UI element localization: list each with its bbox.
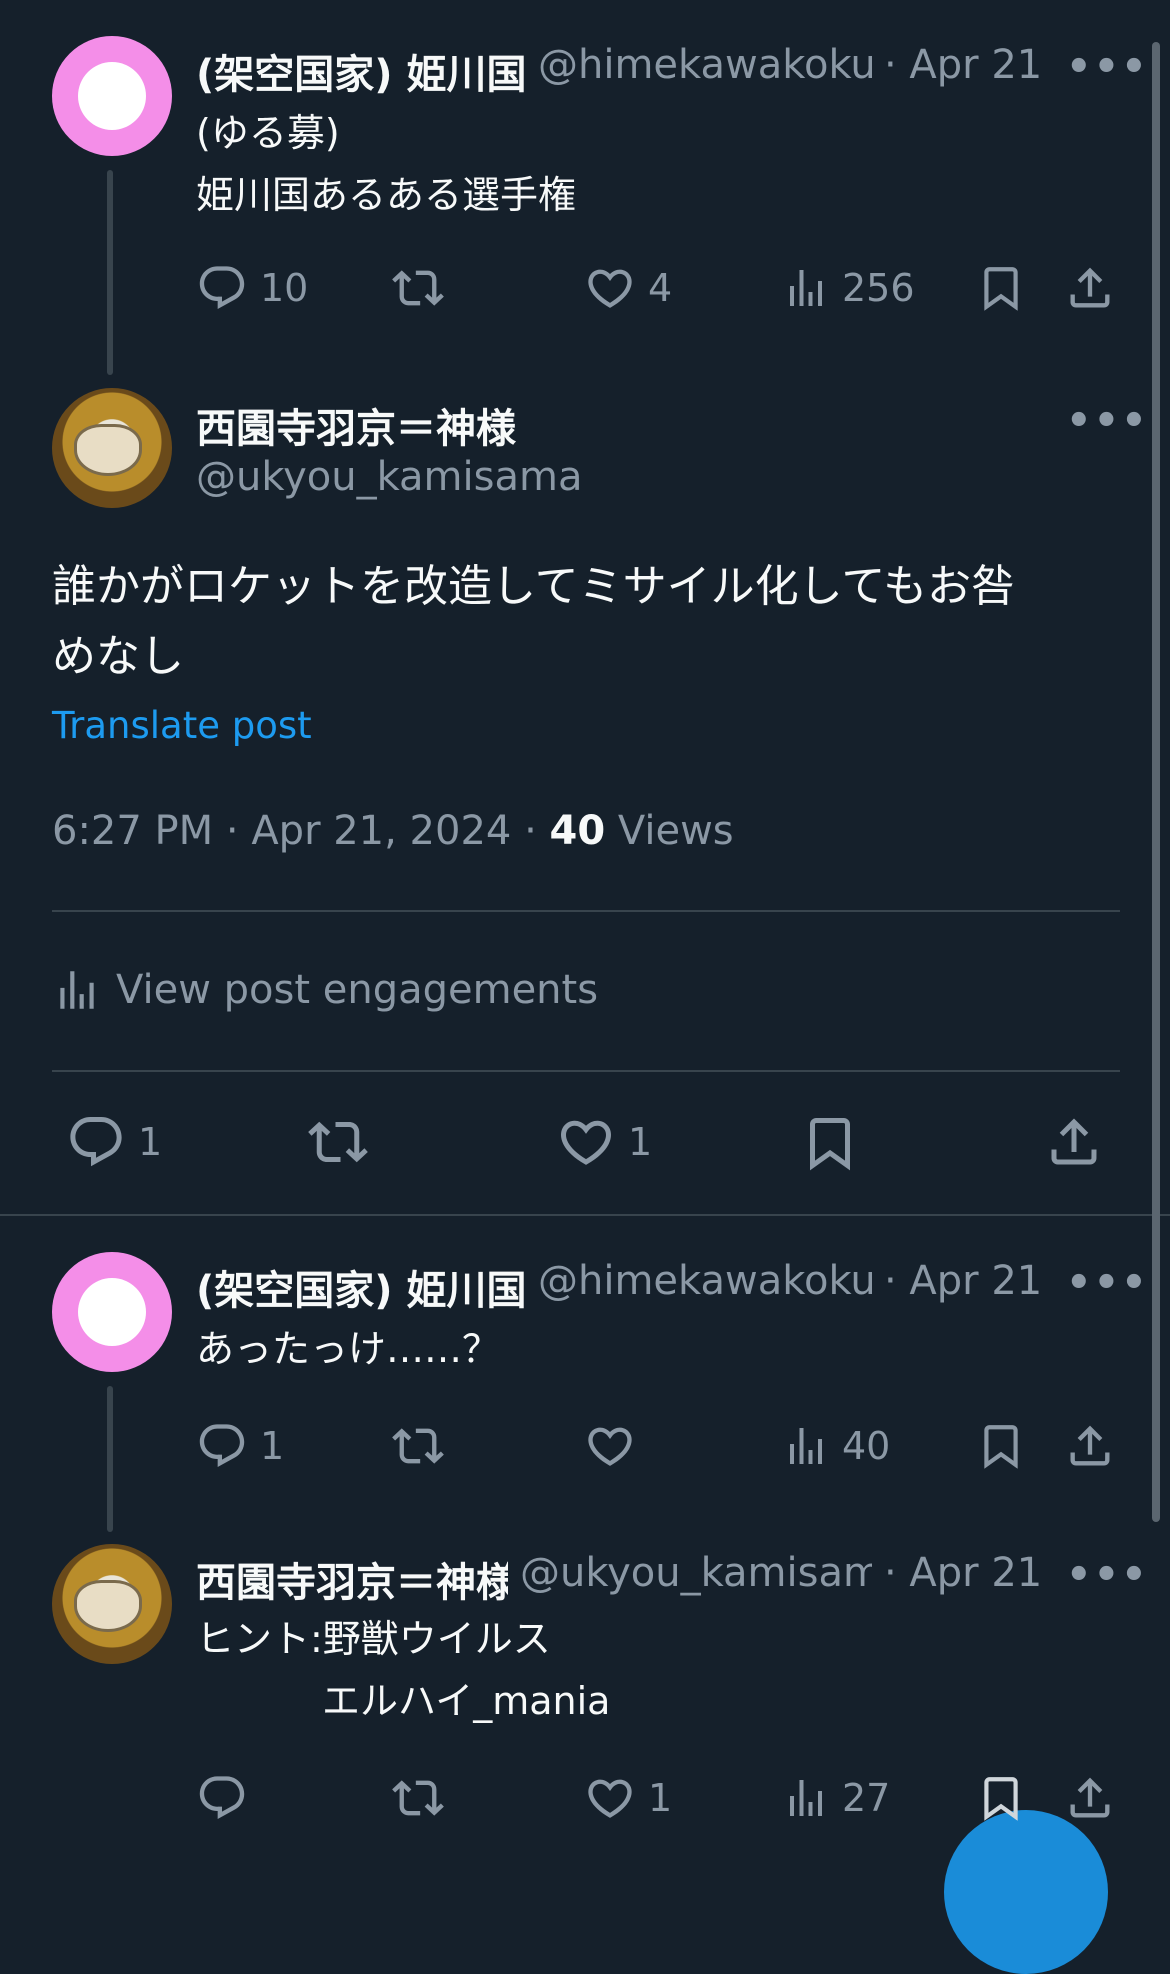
reply-button[interactable]: 1 bbox=[66, 1112, 162, 1172]
bookmark-icon bbox=[976, 1772, 1026, 1824]
like-button[interactable]: 1 bbox=[556, 1112, 652, 1172]
share-icon bbox=[1064, 1420, 1116, 1472]
share-button[interactable] bbox=[1044, 1112, 1104, 1172]
view-engagements-link[interactable]: View post engagements bbox=[52, 964, 598, 1016]
post-timestamp[interactable]: 6:27 PM · Apr 21, 2024 · bbox=[52, 808, 550, 854]
bookmark-icon bbox=[976, 1420, 1026, 1472]
heart-icon bbox=[556, 1112, 616, 1172]
post-text-line: 誰かがロケットを改造してミサイル化してもお咎 bbox=[52, 561, 1016, 612]
views-button[interactable]: 40 bbox=[782, 1420, 890, 1472]
post-text-line: エルハイ_mania bbox=[322, 1679, 611, 1723]
post-text: あったっけ……？ bbox=[196, 1327, 501, 1371]
like-count: 4 bbox=[648, 266, 673, 310]
repost-icon bbox=[392, 1772, 444, 1824]
share-button[interactable] bbox=[1064, 1420, 1116, 1472]
post-date[interactable]: · Apr 21 bbox=[884, 1550, 1042, 1596]
avatar[interactable] bbox=[52, 1544, 172, 1664]
reply-button[interactable] bbox=[196, 1772, 248, 1824]
views-count: 256 bbox=[842, 266, 915, 310]
bookmark-button[interactable] bbox=[976, 262, 1026, 314]
post-text-line: 姫川国あるある選手権 bbox=[196, 173, 577, 217]
post-text-line: めなし bbox=[52, 631, 184, 682]
reply-icon bbox=[196, 1420, 248, 1472]
bookmark-icon bbox=[800, 1112, 860, 1174]
display-name[interactable]: (架空国家) 姫川国 bbox=[196, 42, 526, 100]
heart-icon bbox=[584, 1420, 636, 1472]
reply-count: 1 bbox=[138, 1120, 163, 1164]
repost-button[interactable] bbox=[392, 1772, 444, 1824]
views-button[interactable]: 27 bbox=[782, 1772, 890, 1824]
like-button[interactable] bbox=[584, 1420, 636, 1472]
more-icon[interactable]: ••• bbox=[1066, 1552, 1149, 1598]
share-icon bbox=[1064, 262, 1116, 314]
avatar[interactable] bbox=[52, 36, 172, 156]
reply-icon bbox=[196, 1772, 248, 1824]
repost-icon bbox=[392, 262, 444, 314]
bookmark-button[interactable] bbox=[800, 1112, 860, 1174]
post-text-line: (ゆる募) bbox=[196, 111, 340, 155]
repost-icon bbox=[306, 1112, 370, 1172]
handle[interactable]: @ukyou_kamisama bbox=[196, 454, 582, 500]
views-button[interactable]: 256 bbox=[782, 262, 915, 314]
views-count: 40 bbox=[549, 808, 606, 854]
divider bbox=[52, 1070, 1120, 1072]
display-name[interactable]: (架空国家) 姫川国 bbox=[196, 1258, 526, 1316]
post-text: ヒント:野獣ウイルス エルハイ_mania bbox=[196, 1608, 610, 1732]
share-icon bbox=[1044, 1112, 1104, 1172]
display-name[interactable]: 西園寺羽京＝神様 bbox=[196, 396, 516, 454]
bookmark-button[interactable] bbox=[976, 1420, 1026, 1472]
views-icon bbox=[782, 1420, 830, 1472]
divider bbox=[52, 910, 1120, 912]
post-text: 誰かがロケットを改造してミサイル化してもお咎 めなし bbox=[52, 552, 1112, 692]
translate-post-link[interactable]: Translate post bbox=[52, 704, 312, 747]
views-icon bbox=[782, 1772, 830, 1824]
heart-icon bbox=[584, 262, 636, 314]
thread-line bbox=[107, 1386, 113, 1532]
reply-icon bbox=[196, 262, 248, 314]
views-count: 27 bbox=[842, 1776, 891, 1820]
repost-button[interactable] bbox=[392, 262, 444, 314]
views-icon bbox=[782, 262, 830, 314]
compose-button[interactable] bbox=[944, 1810, 1108, 1974]
divider bbox=[0, 1214, 1170, 1216]
post-text-line: ヒント:野獣ウイルス bbox=[196, 1617, 551, 1661]
views-count: 40 bbox=[842, 1424, 891, 1468]
reply-button[interactable]: 1 bbox=[196, 1420, 284, 1472]
like-count: 1 bbox=[628, 1120, 653, 1164]
post-metadata: 6:27 PM · Apr 21, 2024 · 40 Views bbox=[52, 808, 734, 854]
like-button[interactable]: 1 bbox=[584, 1772, 672, 1824]
bookmark-button[interactable] bbox=[976, 1772, 1026, 1824]
repost-button[interactable] bbox=[306, 1112, 370, 1172]
display-name[interactable]: 西園寺羽京＝神様 bbox=[196, 1550, 508, 1608]
reply-icon bbox=[66, 1112, 126, 1172]
repost-button[interactable] bbox=[392, 1420, 444, 1472]
post-date[interactable]: · Apr 21 bbox=[884, 42, 1042, 88]
avatar[interactable] bbox=[52, 1252, 172, 1372]
avatar[interactable] bbox=[52, 388, 172, 508]
scrollbar[interactable] bbox=[1152, 42, 1160, 1522]
share-button[interactable] bbox=[1064, 262, 1116, 314]
like-count: 1 bbox=[648, 1776, 673, 1820]
handle[interactable]: @himekawakoku bbox=[538, 1258, 872, 1304]
heart-icon bbox=[584, 1772, 636, 1824]
reply-count: 10 bbox=[260, 266, 309, 310]
share-icon bbox=[1064, 1772, 1116, 1824]
views-icon bbox=[52, 964, 102, 1016]
view-engagements-label: View post engagements bbox=[116, 967, 599, 1013]
reply-count: 1 bbox=[260, 1424, 285, 1468]
more-icon[interactable]: ••• bbox=[1066, 398, 1149, 444]
share-button[interactable] bbox=[1064, 1772, 1116, 1824]
post-text: (ゆる募) 姫川国あるある選手権 bbox=[196, 102, 576, 226]
handle[interactable]: @ukyou_kamisama bbox=[520, 1550, 872, 1596]
repost-icon bbox=[392, 1420, 444, 1472]
bookmark-icon bbox=[976, 262, 1026, 314]
handle[interactable]: @himekawakoku bbox=[538, 42, 872, 88]
thread-line bbox=[107, 170, 113, 375]
reply-button[interactable]: 10 bbox=[196, 262, 308, 314]
post-date[interactable]: · Apr 21 bbox=[884, 1258, 1042, 1304]
views-label: Views bbox=[605, 808, 734, 854]
like-button[interactable]: 4 bbox=[584, 262, 672, 314]
more-icon[interactable]: ••• bbox=[1066, 1260, 1149, 1306]
more-icon[interactable]: ••• bbox=[1066, 44, 1149, 90]
